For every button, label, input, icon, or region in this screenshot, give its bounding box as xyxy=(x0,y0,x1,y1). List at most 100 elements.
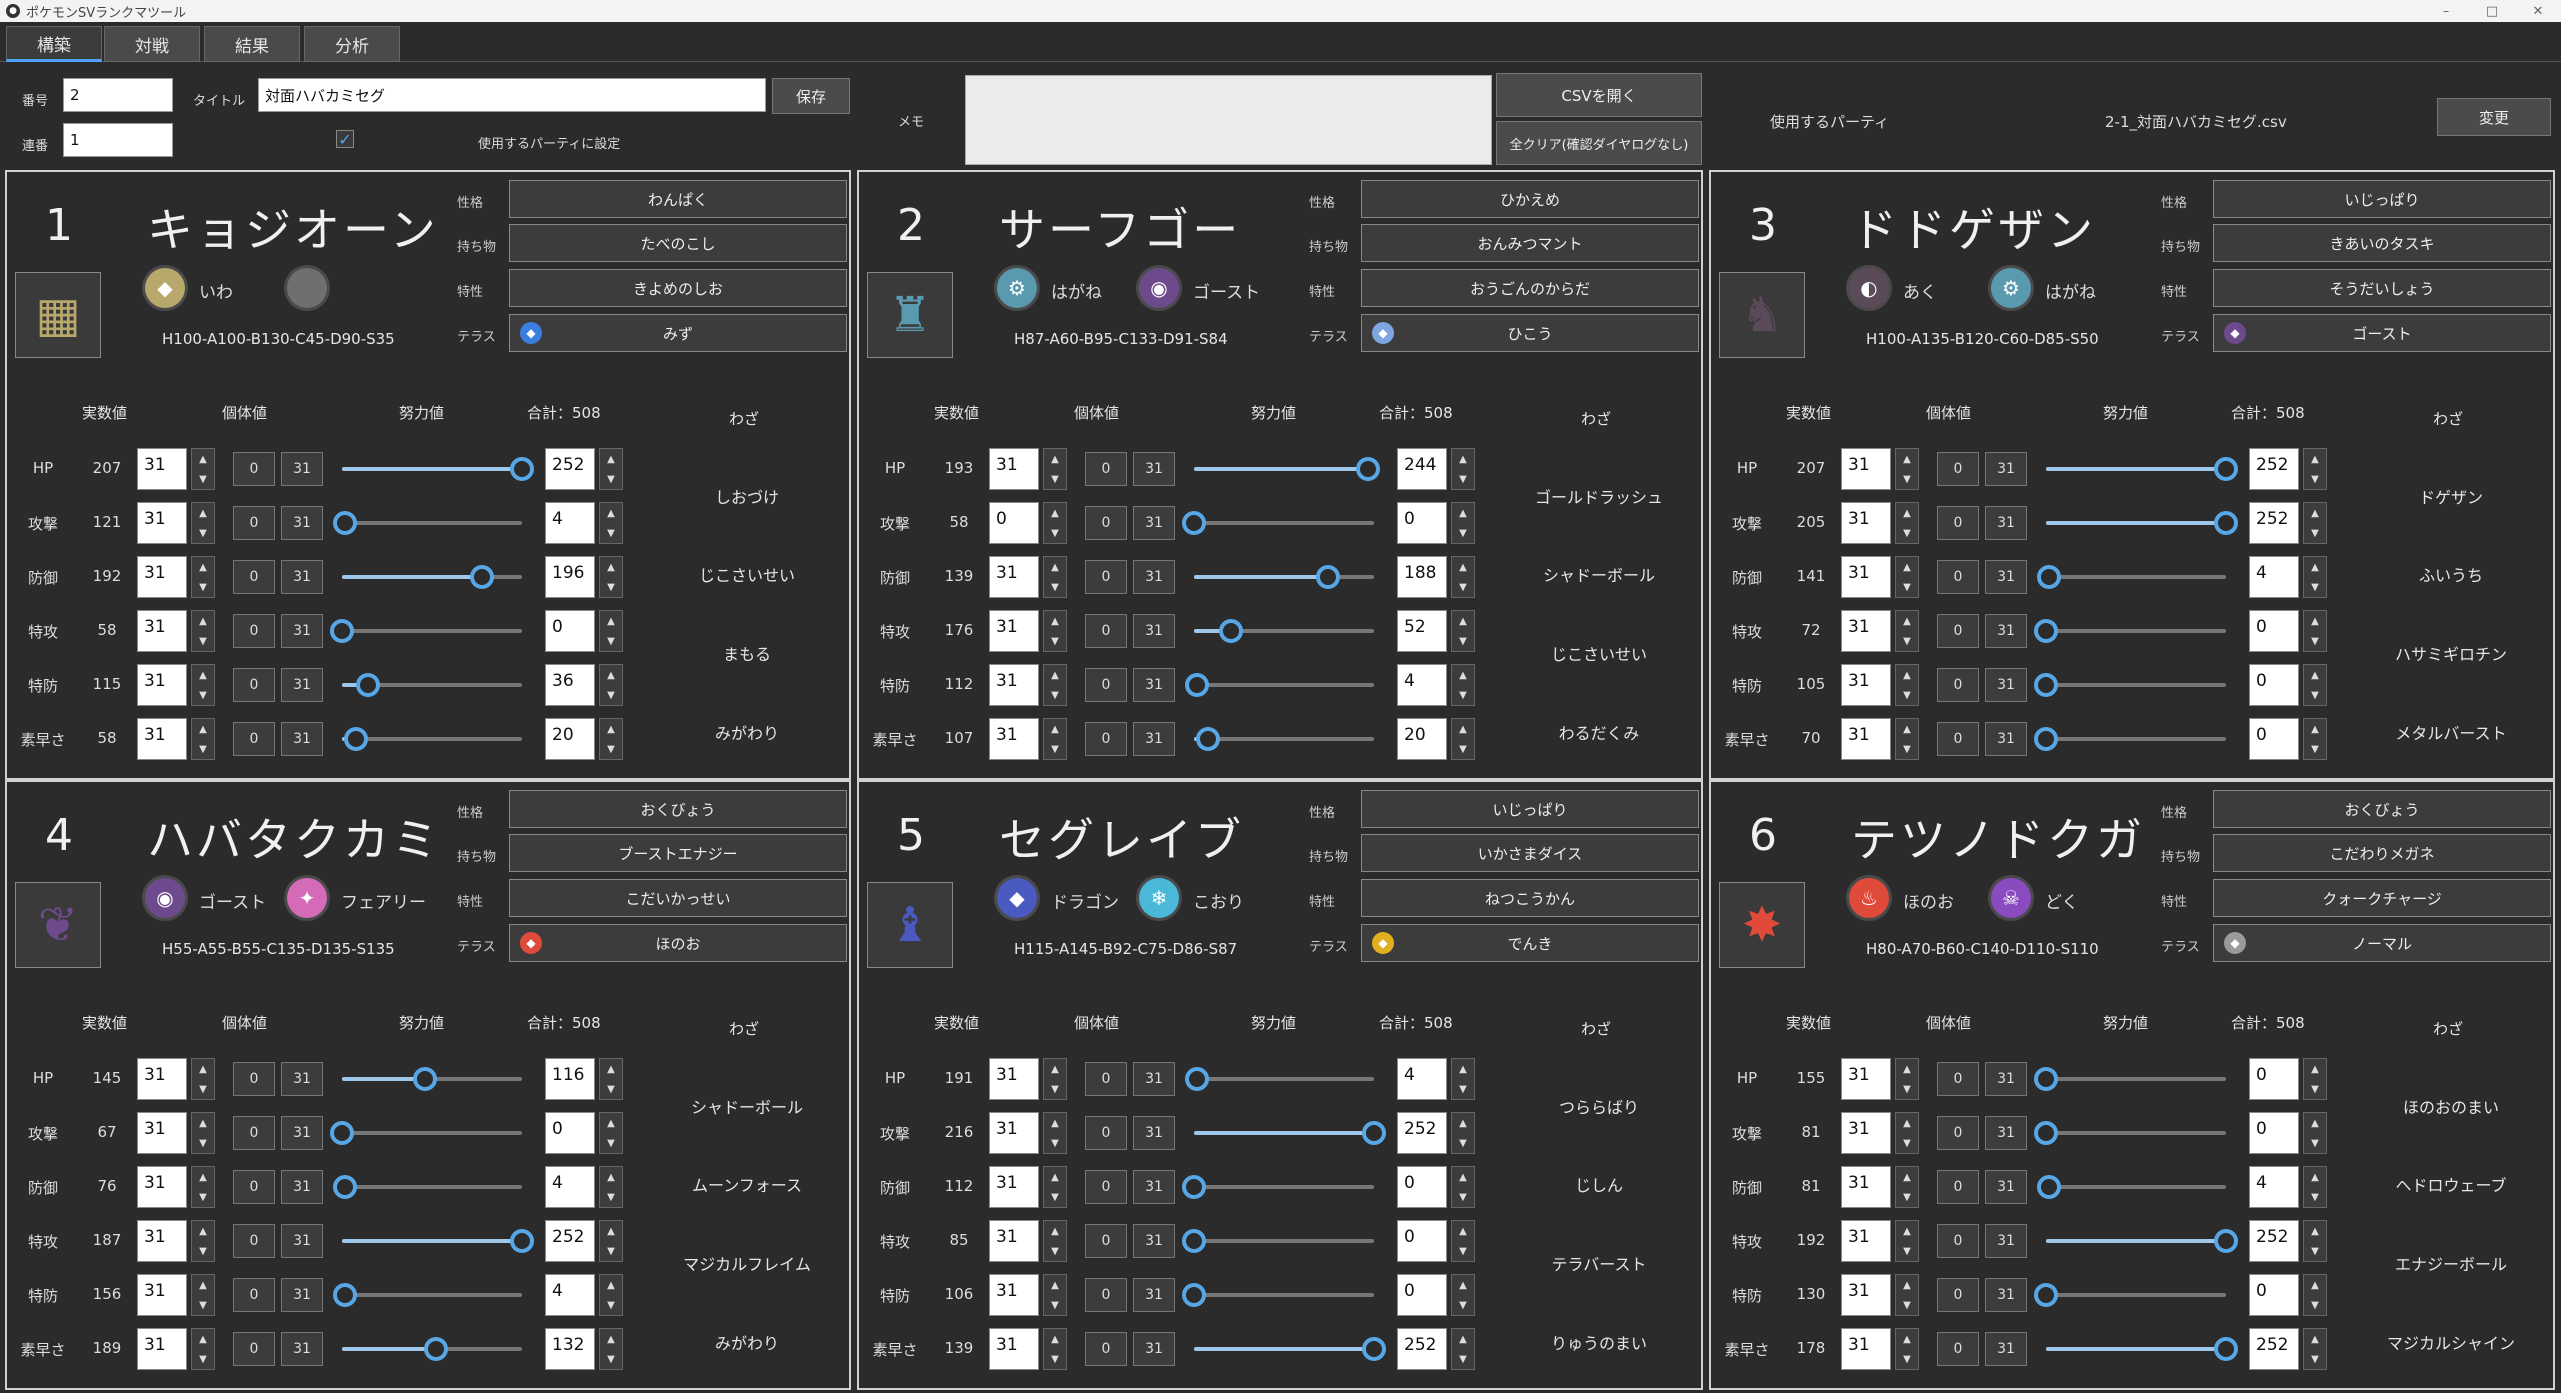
up-arrow-icon[interactable]: ▲ xyxy=(1459,670,1467,681)
move-name[interactable]: じしん xyxy=(1499,1172,1699,1196)
down-arrow-icon[interactable]: ▼ xyxy=(1903,1354,1911,1365)
iv-spinner[interactable]: ▲ ▼ xyxy=(191,1220,215,1262)
iv-max-button[interactable]: 31 xyxy=(281,560,323,594)
tera-select[interactable]: ◆ みず xyxy=(509,314,847,352)
tera-select[interactable]: ◆ ひこう xyxy=(1361,314,1699,352)
down-arrow-icon[interactable]: ▼ xyxy=(2311,474,2319,485)
up-arrow-icon[interactable]: ▲ xyxy=(2311,670,2319,681)
ev-slider-thumb[interactable] xyxy=(1182,511,1206,535)
iv-input[interactable]: 31 xyxy=(989,448,1039,490)
iv-spinner[interactable]: ▲ ▼ xyxy=(191,1058,215,1100)
down-arrow-icon[interactable]: ▼ xyxy=(1051,528,1059,539)
up-arrow-icon[interactable]: ▲ xyxy=(1459,562,1467,573)
up-arrow-icon[interactable]: ▲ xyxy=(1903,616,1911,627)
iv-input[interactable]: 31 xyxy=(1841,1328,1891,1370)
ev-spinner[interactable]: ▲ ▼ xyxy=(599,664,623,706)
iv-min-button[interactable]: 0 xyxy=(1937,722,1979,756)
iv-min-button[interactable]: 0 xyxy=(233,1062,275,1096)
iv-max-button[interactable]: 31 xyxy=(281,1278,323,1312)
iv-min-button[interactable]: 0 xyxy=(1085,1062,1127,1096)
iv-max-button[interactable]: 31 xyxy=(1985,1224,2027,1258)
iv-max-button[interactable]: 31 xyxy=(1133,614,1175,648)
iv-spinner[interactable]: ▲ ▼ xyxy=(1895,1166,1919,1208)
ev-input[interactable]: 188 xyxy=(1397,556,1447,598)
tab-build[interactable]: 構築 xyxy=(6,26,102,62)
iv-max-button[interactable]: 31 xyxy=(1133,1062,1175,1096)
ev-slider-track[interactable] xyxy=(342,1185,522,1189)
ev-slider-thumb[interactable] xyxy=(1182,1175,1206,1199)
iv-input[interactable]: 31 xyxy=(1841,502,1891,544)
iv-spinner[interactable]: ▲ ▼ xyxy=(191,502,215,544)
down-arrow-icon[interactable]: ▼ xyxy=(607,528,615,539)
ev-spinner[interactable]: ▲ ▼ xyxy=(1451,664,1475,706)
down-arrow-icon[interactable]: ▼ xyxy=(1051,690,1059,701)
move-name[interactable]: ハサミギロチン xyxy=(2351,641,2551,665)
down-arrow-icon[interactable]: ▼ xyxy=(1903,690,1911,701)
up-arrow-icon[interactable]: ▲ xyxy=(2311,508,2319,519)
down-arrow-icon[interactable]: ▼ xyxy=(1903,1192,1911,1203)
iv-input[interactable]: 31 xyxy=(1841,1112,1891,1154)
ev-input[interactable]: 0 xyxy=(2249,1274,2299,1316)
up-arrow-icon[interactable]: ▲ xyxy=(1459,1280,1467,1291)
down-arrow-icon[interactable]: ▼ xyxy=(2311,744,2319,755)
up-arrow-icon[interactable]: ▲ xyxy=(2311,724,2319,735)
ev-spinner[interactable]: ▲ ▼ xyxy=(2303,718,2327,760)
down-arrow-icon[interactable]: ▼ xyxy=(607,474,615,485)
ev-spinner[interactable]: ▲ ▼ xyxy=(2303,610,2327,652)
iv-max-button[interactable]: 31 xyxy=(1985,1170,2027,1204)
ev-input[interactable]: 244 xyxy=(1397,448,1447,490)
iv-min-button[interactable]: 0 xyxy=(1937,1170,1979,1204)
move-name[interactable]: みがわり xyxy=(647,720,847,744)
up-arrow-icon[interactable]: ▲ xyxy=(607,1334,615,1345)
ev-input[interactable]: 0 xyxy=(545,610,595,652)
down-arrow-icon[interactable]: ▼ xyxy=(1051,474,1059,485)
iv-spinner[interactable]: ▲ ▼ xyxy=(1895,502,1919,544)
iv-spinner[interactable]: ▲ ▼ xyxy=(191,1166,215,1208)
move-name[interactable]: わるだくみ xyxy=(1499,720,1699,744)
ev-slider-track[interactable] xyxy=(1194,737,1374,741)
ev-slider-thumb[interactable] xyxy=(2034,619,2058,643)
iv-input[interactable]: 31 xyxy=(137,1328,187,1370)
iv-spinner[interactable]: ▲ ▼ xyxy=(1895,664,1919,706)
up-arrow-icon[interactable]: ▲ xyxy=(1051,1280,1059,1291)
iv-min-button[interactable]: 0 xyxy=(233,614,275,648)
up-arrow-icon[interactable]: ▲ xyxy=(2311,1280,2319,1291)
open-csv-button[interactable]: CSVを開く xyxy=(1496,73,1702,117)
iv-max-button[interactable]: 31 xyxy=(1133,1224,1175,1258)
ev-slider-track[interactable] xyxy=(2046,683,2226,687)
up-arrow-icon[interactable]: ▲ xyxy=(2311,562,2319,573)
iv-spinner[interactable]: ▲ ▼ xyxy=(191,718,215,760)
iv-min-button[interactable]: 0 xyxy=(1937,1224,1979,1258)
iv-max-button[interactable]: 31 xyxy=(281,668,323,702)
up-arrow-icon[interactable]: ▲ xyxy=(607,1064,615,1075)
ev-spinner[interactable]: ▲ ▼ xyxy=(599,610,623,652)
ev-spinner[interactable]: ▲ ▼ xyxy=(1451,556,1475,598)
down-arrow-icon[interactable]: ▼ xyxy=(1459,528,1467,539)
ev-slider-thumb[interactable] xyxy=(330,1121,354,1145)
ev-slider-track[interactable] xyxy=(1194,1293,1374,1297)
iv-min-button[interactable]: 0 xyxy=(1937,1332,1979,1366)
iv-min-button[interactable]: 0 xyxy=(1085,1116,1127,1150)
up-arrow-icon[interactable]: ▲ xyxy=(1051,670,1059,681)
ev-spinner[interactable]: ▲ ▼ xyxy=(2303,1166,2327,1208)
down-arrow-icon[interactable]: ▼ xyxy=(607,744,615,755)
down-arrow-icon[interactable]: ▼ xyxy=(1051,1084,1059,1095)
iv-input[interactable]: 31 xyxy=(137,448,187,490)
iv-max-button[interactable]: 31 xyxy=(281,1170,323,1204)
ev-slider-track[interactable] xyxy=(342,629,522,633)
down-arrow-icon[interactable]: ▼ xyxy=(199,1354,207,1365)
move-name[interactable]: ふいうち xyxy=(2351,562,2551,586)
iv-input[interactable]: 31 xyxy=(137,718,187,760)
ev-input[interactable]: 20 xyxy=(1397,718,1447,760)
down-arrow-icon[interactable]: ▼ xyxy=(1051,1354,1059,1365)
iv-spinner[interactable]: ▲ ▼ xyxy=(1043,1112,1067,1154)
ability-select[interactable]: そうだいしょう xyxy=(2213,269,2551,307)
ev-spinner[interactable]: ▲ ▼ xyxy=(2303,448,2327,490)
iv-max-button[interactable]: 31 xyxy=(281,1116,323,1150)
ev-slider-thumb[interactable] xyxy=(1362,1337,1386,1361)
iv-min-button[interactable]: 0 xyxy=(1937,1062,1979,1096)
iv-input[interactable]: 31 xyxy=(989,1166,1039,1208)
ev-slider-track[interactable] xyxy=(342,1131,522,1135)
ev-spinner[interactable]: ▲ ▼ xyxy=(2303,1112,2327,1154)
iv-max-button[interactable]: 31 xyxy=(1133,506,1175,540)
